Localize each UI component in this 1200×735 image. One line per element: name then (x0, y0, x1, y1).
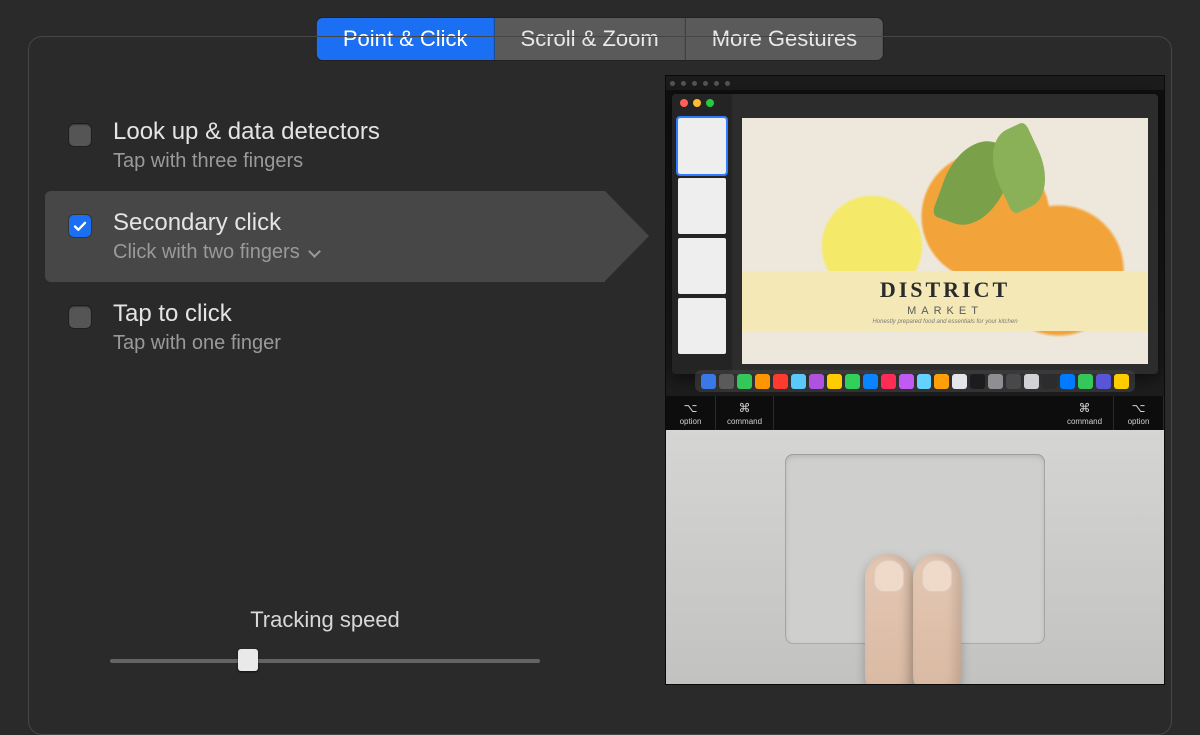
finger-icon (865, 554, 913, 685)
poster-tagline: Honestly prepared food and essentials fo… (872, 319, 1017, 325)
option-tap-to-click[interactable]: Tap to click Tap with one finger (45, 282, 605, 373)
option-subtitle: Click with two fingers (113, 241, 300, 264)
tracking-speed-label: Tracking speed (45, 607, 605, 633)
preview-laptop-body (666, 430, 1164, 684)
touchbar-key-option-left: ⌥option (666, 396, 716, 430)
preview-menubar (666, 76, 1164, 90)
tab-more-gestures[interactable]: More Gestures (686, 18, 884, 60)
poster-sub: MARKET (907, 305, 983, 317)
option-text: Look up & data detectors Tap with three … (113, 118, 380, 173)
preview-app-window: DISTRICT MARKET Honestly prepared food a… (672, 94, 1158, 374)
slider-track (110, 659, 540, 663)
options-column: Look up & data detectors Tap with three … (45, 75, 605, 675)
option-subtitle: Tap with three fingers (113, 150, 380, 173)
preview-screen: DISTRICT MARKET Honestly prepared food a… (666, 76, 1164, 396)
option-secondary-click[interactable]: Secondary click Click with two fingers (45, 191, 605, 282)
tab-scroll-zoom[interactable]: Scroll & Zoom (495, 18, 686, 60)
chevron-down-icon (308, 245, 321, 258)
option-title: Look up & data detectors (113, 118, 380, 146)
tab-point-click[interactable]: Point & Click (317, 18, 495, 60)
preview-dock (695, 370, 1135, 392)
finger-icon (913, 554, 961, 685)
preview-column: DISTRICT MARKET Honestly prepared food a… (605, 75, 1155, 675)
content-area: Look up & data detectors Tap with three … (45, 75, 1155, 675)
check-icon (73, 219, 87, 233)
poster-band: DISTRICT MARKET Honestly prepared food a… (742, 271, 1148, 331)
slider-thumb[interactable] (238, 649, 258, 671)
checkbox-secondary-click[interactable] (69, 215, 91, 237)
poster-title: DISTRICT (880, 277, 1010, 303)
preview-fingers (855, 544, 975, 685)
option-title: Secondary click (113, 209, 319, 237)
touchbar-key-command-right: ⌘command (1056, 396, 1114, 430)
touchbar-key-command-left: ⌘command (716, 396, 774, 430)
checkbox-tap-to-click[interactable] (69, 306, 91, 328)
touchbar-key-option-right: ⌥option (1114, 396, 1164, 430)
preview-sidebar (672, 94, 732, 374)
checkbox-look-up[interactable] (69, 124, 91, 146)
option-text: Tap to click Tap with one finger (113, 300, 281, 355)
option-text: Secondary click Click with two fingers (113, 209, 319, 264)
tracking-speed-slider[interactable] (110, 647, 540, 675)
tracking-speed-section: Tracking speed (45, 607, 605, 675)
preview-touchbar: ⌥option ⌘command ⌘command ⌥option (666, 396, 1164, 430)
tab-bar: Point & Click Scroll & Zoom More Gesture… (317, 18, 883, 60)
gesture-preview: DISTRICT MARKET Honestly prepared food a… (665, 75, 1165, 685)
window-traffic-lights (680, 99, 714, 107)
option-subtitle-dropdown[interactable]: Click with two fingers (113, 241, 319, 264)
preview-canvas: DISTRICT MARKET Honestly prepared food a… (742, 118, 1148, 364)
option-subtitle: Tap with one finger (113, 332, 281, 355)
option-title: Tap to click (113, 300, 281, 328)
option-look-up[interactable]: Look up & data detectors Tap with three … (45, 100, 605, 191)
